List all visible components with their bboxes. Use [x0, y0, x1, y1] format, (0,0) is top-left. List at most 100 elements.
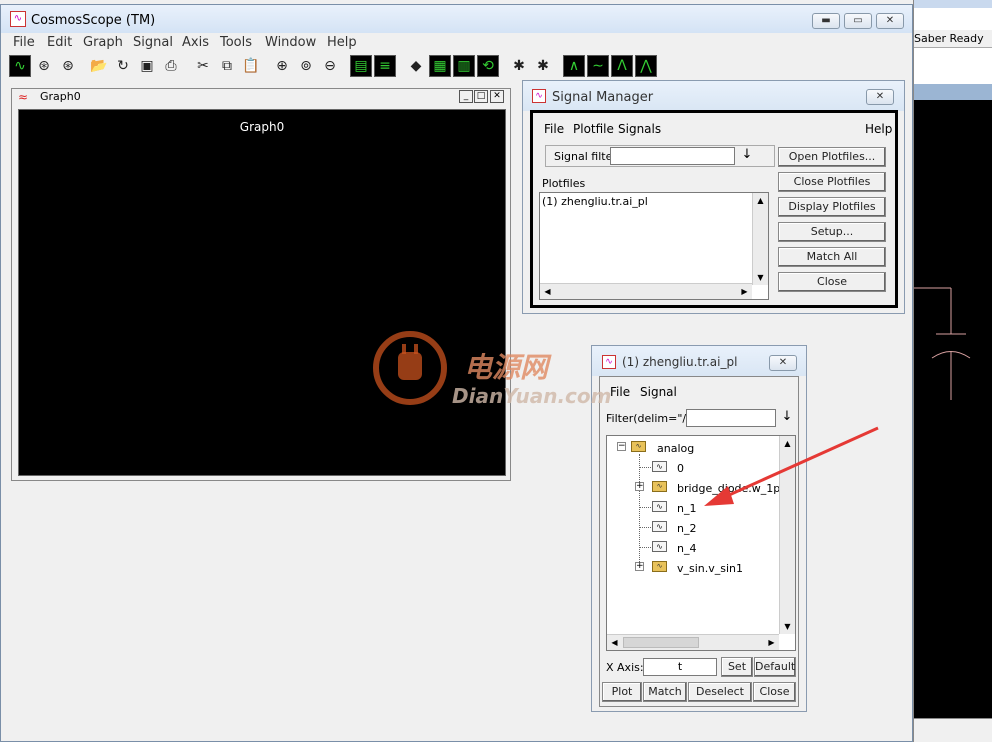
scroll-thumb[interactable] [623, 637, 699, 648]
menu-signal[interactable]: Signal [133, 35, 173, 50]
match-all-button[interactable]: Match All [778, 247, 886, 267]
zoom-in-icon[interactable]: ⊕ [271, 55, 293, 77]
stack-icon[interactable]: ▤ [350, 55, 372, 77]
tree-branch [639, 547, 653, 548]
waveform-icon: ∿ [652, 501, 667, 512]
zoom-fit-icon[interactable]: ⊚ [295, 55, 317, 77]
tree-item-n2[interactable]: n_2 [677, 522, 696, 535]
tree-guide-line [639, 454, 640, 566]
open-folder-icon[interactable]: 📂 [88, 55, 110, 77]
plot-button[interactable]: Plot [602, 682, 642, 702]
plotfiles-vscroll[interactable]: ▲ ▼ [752, 193, 768, 285]
signal-filter-input[interactable] [610, 147, 735, 165]
close-plotfiles-button[interactable]: Close Plotfiles [778, 172, 886, 192]
bars-icon[interactable]: ▥ [453, 55, 475, 77]
x-axis-set-button[interactable]: Set [721, 657, 753, 677]
grid-icon[interactable]: ▦ [429, 55, 451, 77]
display-plotfiles-button[interactable]: Display Plotfiles [778, 197, 886, 217]
graph-minimize-button[interactable]: _ [459, 90, 473, 103]
menu-axis[interactable]: Axis [182, 35, 209, 50]
minimize-button[interactable]: ▬ [812, 13, 840, 29]
scroll-down-icon[interactable]: ▼ [780, 619, 795, 634]
annotation-arrow [704, 426, 879, 506]
graph-window[interactable]: ≈ Graph0 _ □ ✕ Graph0 [11, 88, 511, 481]
bug-icon[interactable]: ✱ [508, 55, 530, 77]
x-axis-input[interactable]: t [643, 658, 717, 676]
scroll-down-icon[interactable]: ▼ [753, 270, 768, 285]
menu-help[interactable]: Help [327, 35, 357, 50]
measure-icon-3[interactable]: Λ [611, 55, 633, 77]
graph-canvas[interactable]: Graph0 [18, 109, 506, 476]
save-icon[interactable]: ▣ [136, 55, 158, 77]
paste-icon[interactable]: 📋 [240, 55, 262, 77]
setup-button[interactable]: Setup... [778, 222, 886, 242]
signal-manager-close-icon[interactable]: ✕ [866, 89, 894, 105]
close-button[interactable]: ✕ [876, 13, 904, 29]
collapse-analog-icon[interactable]: − [617, 442, 626, 451]
tree-item-analog[interactable]: analog [657, 442, 694, 455]
tree-item-0[interactable]: 0 [677, 462, 684, 475]
signal-manager-close-button[interactable]: Close [778, 272, 886, 292]
expand-bridge-icon[interactable]: + [635, 482, 644, 491]
plotfiles-list[interactable]: (1) zhengliu.tr.ai_pl ▲ ▼ ◀ ▶ [539, 192, 769, 300]
tree-branch [639, 507, 653, 508]
signal-filter-apply-icon[interactable]: ↓ [738, 147, 756, 165]
graph-maximize-button[interactable]: □ [474, 90, 488, 103]
bus-icon[interactable]: ≡ [374, 55, 396, 77]
erase-icon[interactable]: ◆ [405, 55, 427, 77]
sm-menu-file[interactable]: File [544, 122, 564, 136]
schematic-canvas[interactable] [914, 100, 992, 718]
open-icon-1[interactable]: ⊛ [33, 55, 55, 77]
expand-vsin-icon[interactable]: + [635, 562, 644, 571]
maximize-button[interactable]: ▭ [844, 13, 872, 29]
plotfile-window-title: (1) zhengliu.tr.ai_pl [622, 355, 738, 369]
plotfile-close-button[interactable]: Close [753, 682, 796, 702]
scroll-left-icon[interactable]: ◀ [607, 635, 622, 650]
open-icon-2[interactable]: ⊛ [57, 55, 79, 77]
signal-manager-panel: File Plotfile Signals Help Signal filter… [530, 110, 898, 308]
tree-item-n4[interactable]: n_4 [677, 542, 696, 555]
x-axis-label: X Axis: [606, 661, 644, 674]
plotfile-close-icon[interactable]: ✕ [769, 355, 797, 371]
scroll-up-icon[interactable]: ▲ [753, 193, 768, 208]
plotfiles-label: Plotfiles [542, 177, 586, 190]
match-button[interactable]: Match [643, 682, 687, 702]
pf-menu-file[interactable]: File [610, 385, 630, 399]
open-plotfiles-button[interactable]: Open Plotfiles... [778, 147, 886, 167]
deselect-button[interactable]: Deselect [688, 682, 752, 702]
background-app-status: Saber Ready [914, 30, 992, 48]
menu-edit[interactable]: Edit [47, 35, 72, 50]
reload-icon[interactable]: ↻ [112, 55, 134, 77]
tree-hscroll[interactable]: ◀ ▶ [607, 634, 779, 650]
plotfiles-hscroll[interactable]: ◀ ▶ [540, 283, 752, 299]
menu-window[interactable]: Window [265, 35, 316, 50]
menu-tools[interactable]: Tools [220, 35, 252, 50]
main-titlebar: ∿ CosmosScope (TM) ▬ ▭ ✕ [1, 5, 912, 33]
print-icon[interactable]: ⎙ [160, 55, 182, 77]
new-graph-icon[interactable]: ∿ [9, 55, 31, 77]
graph-close-button[interactable]: ✕ [490, 90, 504, 103]
copy-icon[interactable]: ⧉ [216, 55, 238, 77]
zoom-out-icon[interactable]: ⊖ [319, 55, 341, 77]
scroll-right-icon[interactable]: ▶ [737, 284, 752, 299]
cycle-icon[interactable]: ⟲ [477, 55, 499, 77]
measure-icon-1[interactable]: ∧ [563, 55, 585, 77]
sm-menu-plotfile[interactable]: Plotfile [573, 122, 614, 136]
cut-icon[interactable]: ✂ [192, 55, 214, 77]
bug-signal-icon[interactable]: ✱ [532, 55, 554, 77]
measure-icon-4[interactable]: ⋀ [635, 55, 657, 77]
menu-graph[interactable]: Graph [83, 35, 123, 50]
x-axis-default-button[interactable]: Default [754, 657, 796, 677]
tree-item-v-sin[interactable]: v_sin.v_sin1 [677, 562, 743, 575]
sm-menu-signals[interactable]: Signals [618, 122, 661, 136]
pf-menu-signal[interactable]: Signal [640, 385, 677, 399]
sm-menu-help[interactable]: Help [865, 122, 892, 136]
menu-file[interactable]: File [13, 35, 35, 50]
background-app-blue-bar [914, 84, 992, 100]
scroll-right-icon[interactable]: ▶ [764, 635, 779, 650]
plotfile-item[interactable]: (1) zhengliu.tr.ai_pl [542, 195, 648, 208]
folder-icon: ∿ [631, 441, 646, 452]
measure-icon-2[interactable]: ∼ [587, 55, 609, 77]
scroll-left-icon[interactable]: ◀ [540, 284, 555, 299]
main-toolbar: ∿ ⊛ ⊛ 📂 ↻ ▣ ⎙ ✂ ⧉ 📋 ⊕ ⊚ ⊖ ▤ ≡ ◆ ▦ ▥ ⟲ ✱ … [6, 54, 657, 80]
